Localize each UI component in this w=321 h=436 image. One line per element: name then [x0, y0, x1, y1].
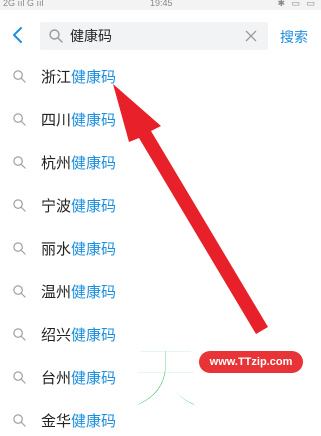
search-icon — [13, 285, 26, 298]
suggestion-city: 绍兴 — [41, 326, 72, 344]
search-icon — [13, 156, 26, 169]
list-item[interactable]: 浙江健康码 — [0, 56, 321, 99]
search-icon — [13, 70, 26, 83]
signal-indicator: 2G ııl G ııl — [3, 0, 44, 8]
search-box[interactable] — [40, 22, 268, 50]
search-header: 搜索 — [0, 10, 321, 62]
status-bar: 2G ııl G ııl 19:45 ✱ ▭ ▭ — [0, 0, 321, 10]
suggestion-city: 宁波 — [41, 197, 72, 215]
suggestion-city: 丽水 — [41, 240, 72, 258]
search-icon — [49, 29, 63, 43]
list-item[interactable]: 温州健康码 — [0, 271, 321, 314]
suggestion-city: 四川 — [41, 111, 72, 129]
list-item[interactable]: 丽水健康码 — [0, 228, 321, 271]
suggestion-keyword: 健康码 — [71, 111, 117, 129]
search-input[interactable] — [70, 26, 230, 46]
list-item[interactable]: 宁波健康码 — [0, 185, 321, 228]
suggestion-keyword: 健康码 — [71, 154, 117, 172]
search-icon — [13, 328, 26, 341]
status-icons: ✱ ▭ ▭ — [277, 0, 317, 8]
suggestion-city: 温州 — [41, 283, 72, 301]
suggestion-city: 台州 — [41, 369, 72, 387]
suggestion-city: 金华 — [41, 412, 72, 430]
suggestion-keyword: 健康码 — [71, 369, 117, 387]
list-item[interactable]: 金华健康码 — [0, 400, 321, 436]
suggestion-keyword: 健康码 — [71, 68, 117, 86]
search-icon — [13, 414, 26, 427]
search-icon — [13, 242, 26, 255]
search-button[interactable]: 搜索 — [280, 27, 308, 47]
suggestion-city: 杭州 — [41, 154, 72, 172]
search-icon — [13, 199, 26, 212]
list-item[interactable]: 四川健康码 — [0, 99, 321, 142]
search-icon — [13, 371, 26, 384]
list-item[interactable]: 绍兴健康码 — [0, 314, 321, 357]
suggestion-list: 浙江健康码 四川健康码 杭州健康码 宁波健康码 丽水健康码 温州健康码 绍兴健康… — [0, 56, 321, 436]
suggestion-keyword: 健康码 — [71, 240, 117, 258]
suggestion-keyword: 健康码 — [71, 197, 117, 215]
suggestion-keyword: 健康码 — [71, 412, 117, 430]
list-item[interactable]: 台州健康码 — [0, 357, 321, 400]
suggestion-city: 浙江 — [41, 68, 72, 86]
search-icon — [13, 113, 26, 126]
back-icon[interactable] — [7, 24, 29, 46]
clear-icon[interactable] — [244, 29, 258, 43]
list-item[interactable]: 杭州健康码 — [0, 142, 321, 185]
status-time: 19:45 — [150, 0, 173, 8]
suggestion-keyword: 健康码 — [71, 326, 117, 344]
suggestion-keyword: 健康码 — [71, 283, 117, 301]
